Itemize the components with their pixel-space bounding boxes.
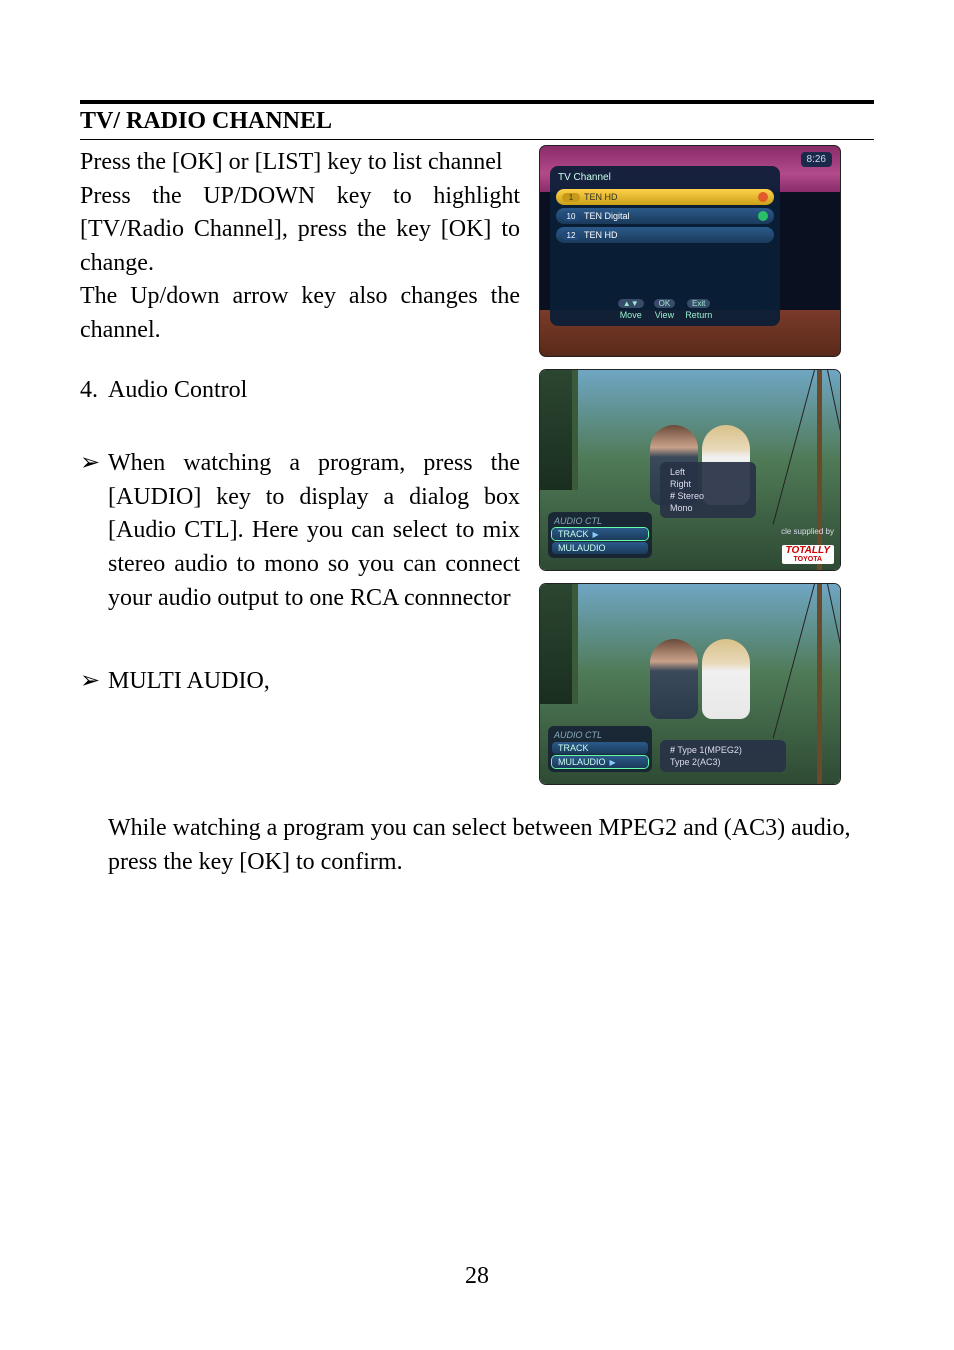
audio-mulaudio-popup: Type 1(MPEG2) Type 2(AC3) [660, 740, 786, 772]
audio-track-row[interactable]: TRACK▶ [552, 528, 648, 540]
osd-clock: 8:26 [801, 152, 832, 167]
rule-under-title [80, 139, 874, 140]
channel-row[interactable]: 10 TEN Digital [556, 208, 774, 224]
option-stereo[interactable]: Stereo [668, 490, 748, 502]
bullet-2-continuation: While watching a program you can select … [80, 812, 874, 879]
bullet-1-text: When watching a program, press the [AUDI… [108, 447, 520, 615]
intro-p1: Press the [OK] or [LIST] key to list cha… [80, 146, 520, 180]
palm-decor [540, 370, 578, 490]
channel-name: TEN HD [584, 192, 758, 202]
intro-p2: Press the UP/DOWN key to highlight [TV/R… [80, 180, 520, 281]
option-type2-ac3[interactable]: Type 2(AC3) [668, 756, 778, 768]
page-number: 28 [0, 1263, 954, 1290]
number-marker: 4. [80, 374, 108, 408]
channel-number: 10 [562, 212, 580, 221]
screenshot-tv-channel-list: 8:26 TV Channel 1 TEN HD 10 TEN Digital [540, 146, 840, 356]
mast-decor [817, 370, 822, 570]
channel-name: TEN HD [584, 230, 768, 240]
hint-key: ▲▼ [618, 299, 644, 308]
audio-track-row[interactable]: TRACK [552, 742, 648, 754]
audio-track-popup: Left Right Stereo Mono [660, 462, 756, 518]
channel-number: 12 [562, 231, 580, 240]
osd-panel-title: TV Channel [558, 172, 774, 183]
hint-label: View [655, 310, 674, 320]
rule-top-thick [80, 100, 874, 104]
osd-channel-panel: TV Channel 1 TEN HD 10 TEN Digital 12 TE… [550, 166, 780, 326]
section-title: TV/ RADIO CHANNEL [80, 108, 874, 135]
hint-key: Exit [687, 299, 710, 308]
audio-mulaudio-row[interactable]: MULAUDIO▶ [552, 756, 648, 768]
mast-decor [817, 584, 822, 784]
person-decor [702, 639, 750, 719]
chevron-right-icon: ▶ [593, 530, 599, 539]
osd-hints: ▲▼ Move OK View Exit Return [550, 299, 780, 320]
channel-name: TEN Digital [584, 211, 758, 221]
person-decor [650, 639, 698, 719]
bullet-marker: ➢ [80, 665, 108, 699]
hint-label: Return [685, 310, 712, 320]
audio-ctl-panel: AUDIO CTL TRACK▶ MULAUDIO [548, 512, 652, 558]
option-right[interactable]: Right [668, 478, 748, 490]
supplied-by-text: cle supplied by [781, 527, 834, 536]
option-left[interactable]: Left [668, 466, 748, 478]
screenshot-audio-mulaudio: AUDIO CTL TRACK MULAUDIO▶ Type 1(MPEG2) … [540, 584, 840, 784]
channel-row[interactable]: 1 TEN HD [556, 189, 774, 205]
option-type1-mpeg2[interactable]: Type 1(MPEG2) [668, 744, 778, 756]
left-column: Press the [OK] or [LIST] key to list cha… [80, 146, 520, 784]
audio-ctl-title: AUDIO CTL [552, 730, 648, 740]
palm-decor [540, 584, 578, 704]
intro-p3: The Up/down arrow key also changes the c… [80, 280, 520, 347]
chevron-right-icon: ▶ [610, 758, 616, 767]
sponsor-logo: TOTALLY TOYOTA [782, 545, 834, 564]
audio-ctl-title: AUDIO CTL [552, 516, 648, 526]
bullet-item-2: ➢ MULTI AUDIO, [80, 665, 520, 699]
lock-icon [758, 211, 768, 221]
option-mono[interactable]: Mono [668, 502, 748, 514]
bullet-2-title: MULTI AUDIO, [108, 665, 520, 699]
screenshot-audio-track: cle supplied by TOTALLY TOYOTA AUDIO CTL… [540, 370, 840, 570]
hint-label: Move [620, 310, 642, 320]
bullet-marker: ➢ [80, 447, 108, 615]
channel-row[interactable]: 12 TEN HD [556, 227, 774, 243]
numbered-item-title: Audio Control [108, 374, 520, 408]
screenshots-column: 8:26 TV Channel 1 TEN HD 10 TEN Digital [540, 146, 874, 784]
favorite-icon [758, 192, 768, 202]
channel-number: 1 [562, 193, 580, 202]
audio-ctl-panel: AUDIO CTL TRACK MULAUDIO▶ [548, 726, 652, 772]
bullet-item-1: ➢ When watching a program, press the [AU… [80, 447, 520, 615]
audio-mulaudio-row[interactable]: MULAUDIO [552, 542, 648, 554]
numbered-item-4: 4. Audio Control [80, 374, 520, 408]
hint-key: OK [654, 299, 676, 308]
